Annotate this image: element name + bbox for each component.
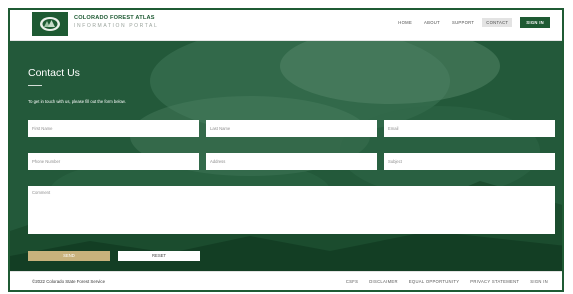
email-input[interactable] [384,120,555,137]
contact-hero: Contact Us To get in touch with us, plea… [10,41,562,276]
comment-textarea[interactable] [28,186,555,234]
subject-input[interactable] [384,153,555,170]
site-footer: ©2022 Colorado State Forest Service CSFS… [10,271,562,290]
site-subtitle: INFORMATION PORTAL [74,23,159,29]
footer-link-equal-opportunity[interactable]: EQUAL OPPORTUNITY [409,279,459,284]
page-title: Contact Us [28,67,80,79]
address-input[interactable] [206,153,377,170]
forest-seal-icon [40,17,60,31]
site-title: COLORADO FOREST ATLAS [74,15,155,21]
footer-link-disclaimer[interactable]: DISCLAIMER [369,279,398,284]
nav-support[interactable]: SUPPORT [448,18,478,27]
footer-link-sign-in[interactable]: SIGN IN [530,279,548,284]
phone-number-input[interactable] [28,153,199,170]
send-button[interactable]: SEND [28,251,110,261]
copyright-text: ©2022 Colorado State Forest Service [32,279,106,284]
reset-button[interactable]: RESET [118,251,200,261]
nav-about[interactable]: ABOUT [420,18,444,27]
first-name-input[interactable] [28,120,199,137]
browser-frame: COLORADO FOREST ATLAS INFORMATION PORTAL… [8,8,564,292]
intro-text: To get in touch with us, please fill out… [28,99,126,104]
footer-links: CSFS DISCLAIMER EQUAL OPPORTUNITY PRIVAC… [346,279,548,284]
title-divider [28,85,42,86]
last-name-input[interactable] [206,120,377,137]
sign-in-button[interactable]: SIGN IN [520,17,550,28]
csfs-logo[interactable] [32,12,68,36]
nav-home[interactable]: HOME [394,18,416,27]
nav-contact[interactable]: CONTACT [482,18,513,27]
site-header: COLORADO FOREST ATLAS INFORMATION PORTAL… [10,10,562,41]
footer-link-privacy[interactable]: PRIVACY STATEMENT [470,279,519,284]
footer-link-csfs[interactable]: CSFS [346,279,358,284]
main-nav: HOME ABOUT SUPPORT CONTACT SIGN IN [394,16,550,29]
